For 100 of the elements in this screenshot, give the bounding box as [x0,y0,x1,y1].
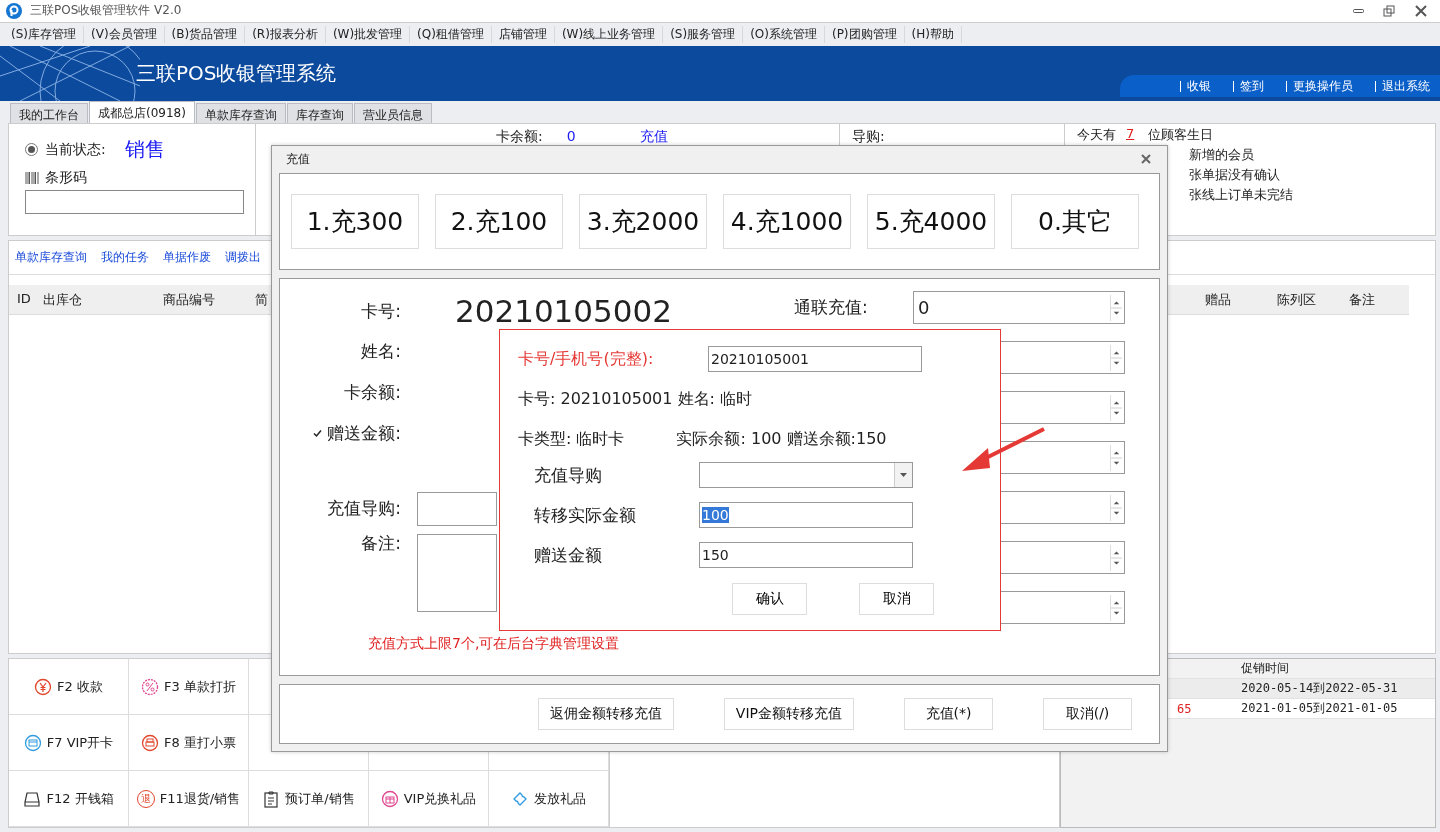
popup-button[interactable]: 取消 [859,583,934,615]
field-label: 卡余额: [343,381,401,405]
dialog-title: 充值 [286,150,310,168]
spin-arrows-icon [1110,494,1122,521]
notice-count[interactable]: 7 [1126,126,1135,146]
column-header: 促销时间 [1241,660,1289,677]
drawer-icon [23,789,42,808]
function-button[interactable]: F8 重打小票 [129,715,249,771]
clipboard-icon [262,789,281,808]
menu-item[interactable]: (S)库存管理 [4,25,84,43]
banner-link[interactable]: 退出系统 [1375,80,1430,92]
card-number: 20210105002 [455,293,672,330]
quick-link[interactable]: 我的任务 [101,249,149,266]
menu-item[interactable]: 店铺管理 [491,25,555,43]
function-button[interactable]: F12 开钱箱 [9,771,129,827]
restore-icon [1382,3,1396,18]
balance-value: 0 [566,128,576,144]
function-button[interactable]: 退 F11退货/销售 [129,771,249,827]
tab[interactable]: 库存查询 [286,103,353,123]
barcode-field[interactable] [25,190,244,214]
field-label: 赠送金额 [534,543,603,567]
field-label: 姓名: [360,340,401,364]
checkbox[interactable] [313,428,324,439]
column-header: 出库仓 [43,290,83,309]
menu-item[interactable]: (O)系统管理 [743,25,825,43]
status-label: 当前状态: [45,140,106,159]
menu-item[interactable]: (Q)租借管理 [410,25,492,43]
notice-text: 张线上订单未完结 [1189,186,1293,204]
quick-link[interactable]: 调拨出 [225,249,261,266]
preset-button[interactable]: 3.充2000 [579,194,707,250]
function-button[interactable]: F3 单款打折 [129,659,249,715]
column-header: 赠品 [1205,290,1232,309]
function-button[interactable]: F7 VIP开卡 [9,715,129,771]
column-header: ID [17,290,32,308]
function-button[interactable]: VIP兑换礼品 [369,771,489,827]
card-type: 卡类型: 临时卡 [518,428,625,450]
preset-button[interactable]: 1.充300 [291,194,419,250]
popup-button[interactable]: 确认 [732,583,807,615]
balance-label: 卡余额: [496,128,543,146]
spin-arrows-icon [1110,594,1122,621]
menu-item[interactable]: (B)货品管理 [164,25,246,43]
banner-link[interactable]: 更换操作员 [1286,80,1353,92]
note-field[interactable] [417,534,497,613]
barcode-icon [25,172,39,184]
banner-link[interactable]: 收银 [1180,80,1211,92]
banner-link[interactable]: 签到 [1233,80,1264,92]
dialog-button[interactable]: VIP金额转移充值 [723,698,854,731]
spin-arrows-icon [1110,344,1122,371]
menu-item[interactable]: (R)报表分析 [245,25,326,43]
table-cell: 2021-01-05到2021-01-05 [1241,700,1398,717]
menu-item[interactable]: (W)线上业务管理 [554,25,664,43]
menu-item[interactable]: (V)会员管理 [84,25,165,43]
caret-icon [900,473,907,477]
spin-arrows-icon [1110,294,1122,321]
quick-link[interactable]: 单款库存查询 [15,249,87,266]
menu-item[interactable]: (P)团购管理 [824,25,905,43]
tab[interactable]: 营业员信息 [353,103,432,123]
notice-text: 今天有 [1077,126,1116,144]
tab[interactable]: 单款库存查询 [195,103,286,123]
spin-arrows-icon [1110,544,1122,571]
notice-text: 新增的会员 [1189,146,1254,164]
guide-field[interactable] [417,491,497,526]
close-icon [1414,3,1428,18]
input-field[interactable]: 150 [699,542,913,568]
hint-text: 充值方式上限7个,可在后台字典管理设置 [368,635,620,654]
column-header: 商品编号 [163,290,216,309]
spin-arrows-icon [1110,444,1122,471]
table-cell: 65 [1177,701,1192,716]
column-header: 简 [255,290,268,309]
dialog-button[interactable]: 取消(/) [1043,698,1132,731]
function-button[interactable]: 预订单/销售 [249,771,369,827]
field-label: 备注: [360,532,401,556]
spinner-field[interactable]: 0 [913,291,1125,325]
preset-button[interactable]: 4.充1000 [723,194,851,250]
balance-info: 实际余额: 100 赠送余额:150 [676,428,887,450]
status-value: 销售 [124,136,165,163]
dialog-button[interactable]: 返佣金额转移充值 [537,698,674,731]
preset-button[interactable]: 5.充4000 [867,194,995,250]
recharge-link[interactable]: 充值 [639,128,668,146]
column-header: 陈列区 [1277,290,1317,309]
banner-title: 三联POS收银管理系统 [136,60,337,87]
function-button[interactable]: F2 收款 [9,659,129,715]
tab[interactable]: 成都总店(0918) [89,101,195,123]
field-label: 卡号/手机号(完整): [518,348,655,370]
input-field[interactable]: 100 [699,502,913,528]
card-number-field[interactable]: 20210105001 [708,346,922,372]
preset-button[interactable]: 2.充100 [435,194,563,250]
notice-text: 位顾客生日 [1148,126,1214,144]
preset-button[interactable]: 0.其它 [1011,194,1139,250]
dropdown-field[interactable] [699,462,913,488]
dialog-button[interactable]: 充值(*) [904,698,993,731]
menu-item[interactable]: (S)服务管理 [663,25,744,43]
function-button[interactable]: 发放礼品 [489,771,609,827]
menu-item[interactable]: (H)帮助 [904,25,962,43]
field-label: 赠送金额: [327,422,401,446]
member-info: 卡号: 20210105001 姓名: 临时 [518,387,753,410]
tab[interactable]: 我的工作台 [10,103,88,123]
notice-text: 张单据没有确认 [1189,166,1280,184]
quick-link[interactable]: 单据作废 [163,249,211,266]
menu-item[interactable]: (W)批发管理 [325,25,411,43]
